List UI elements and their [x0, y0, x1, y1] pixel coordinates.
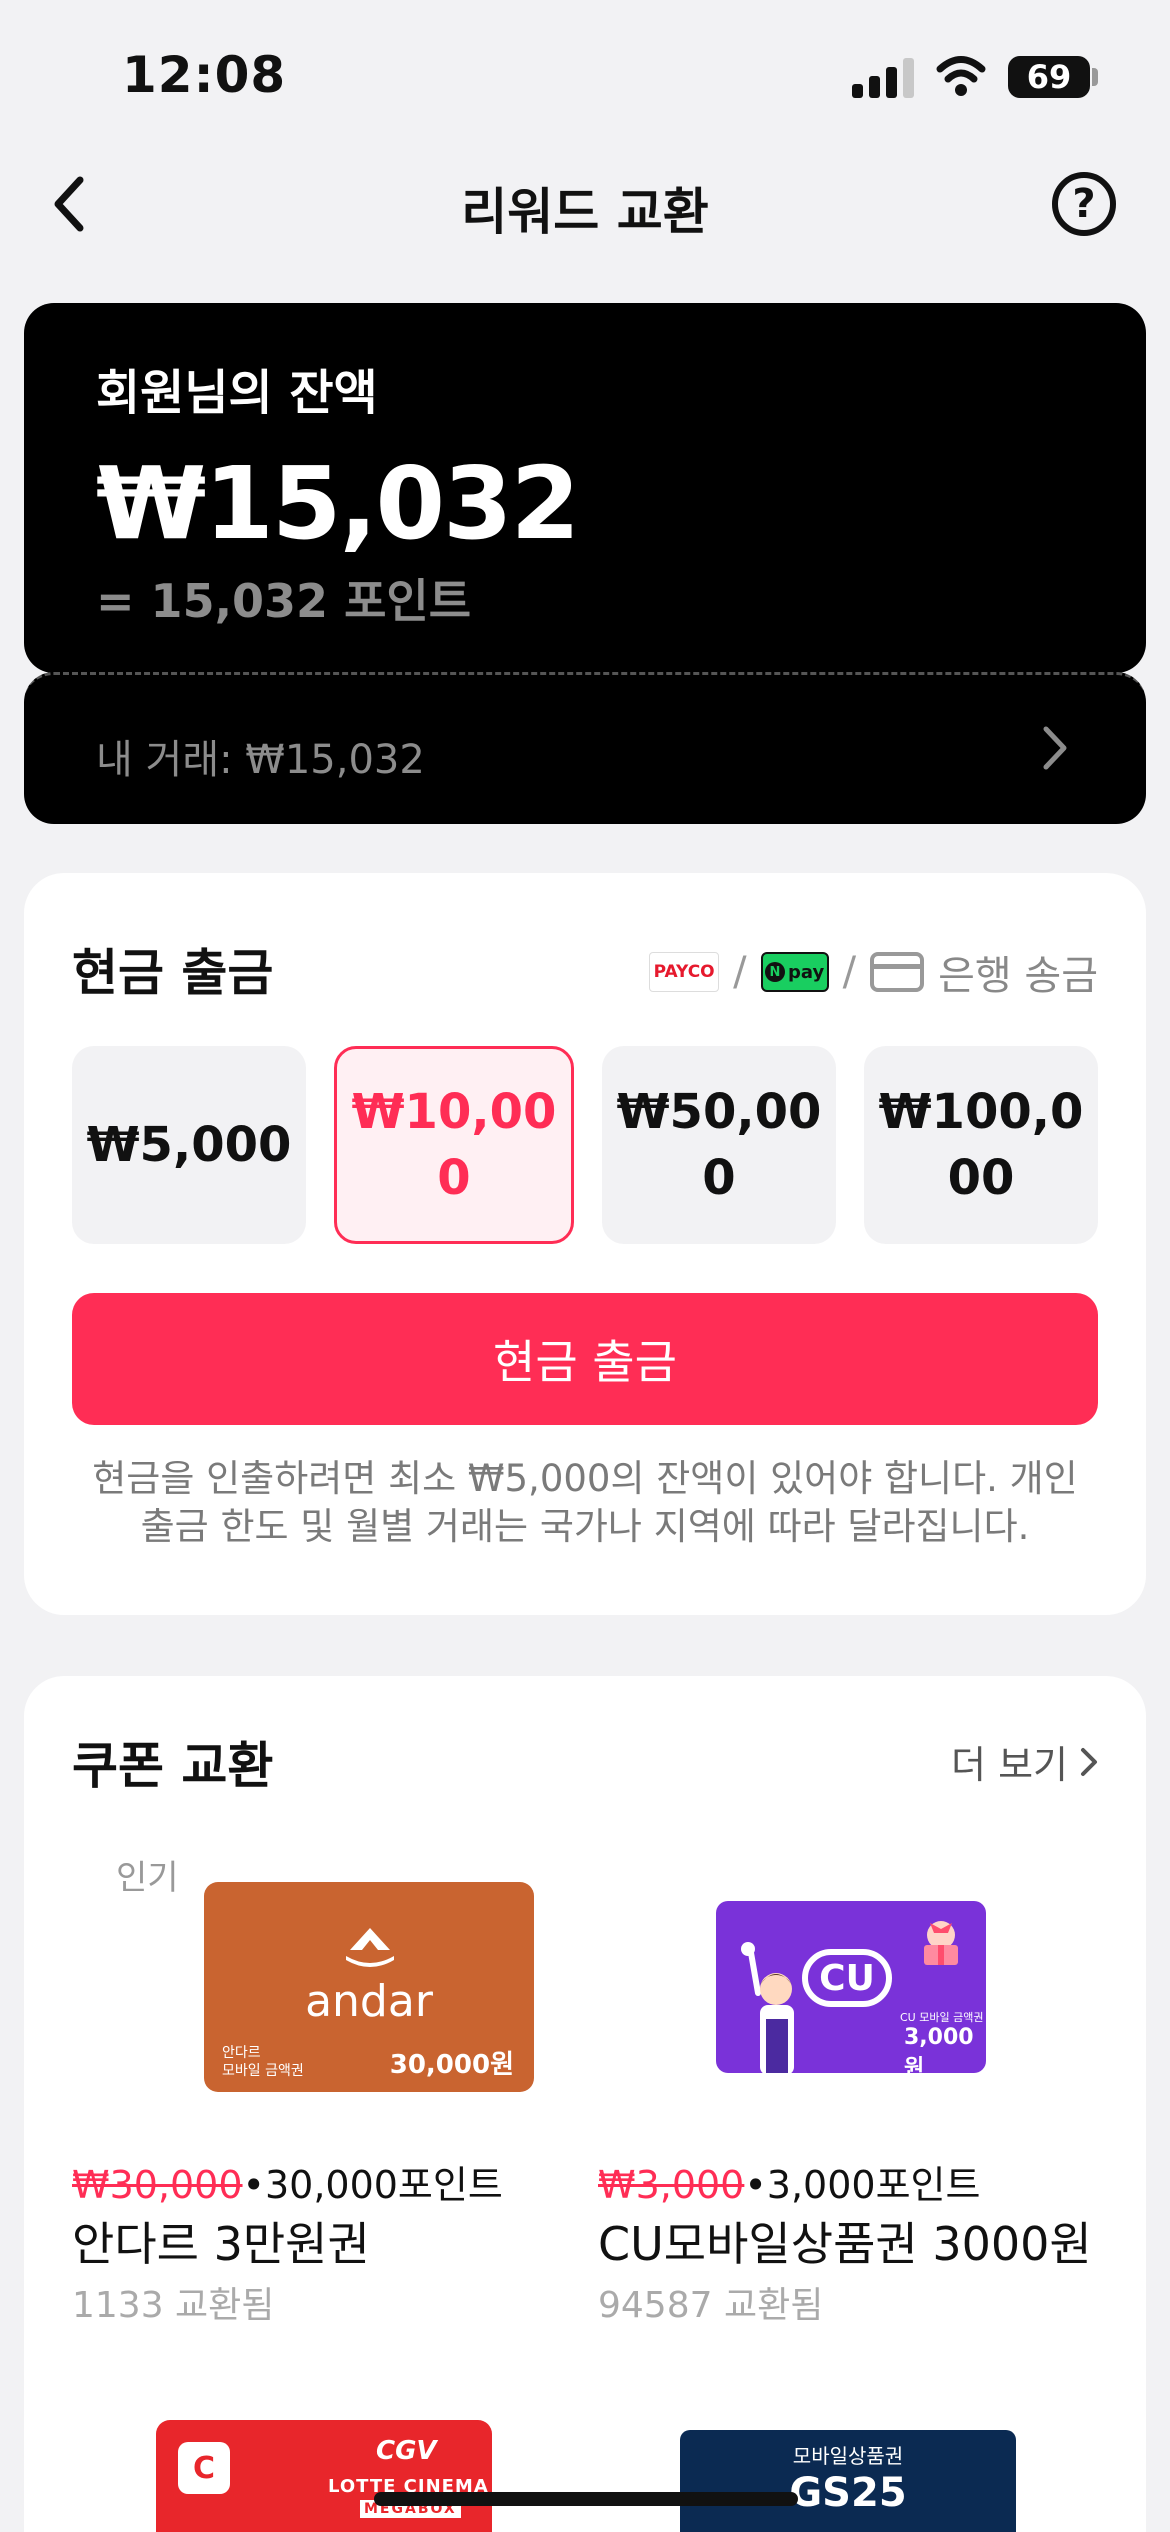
coupon-section-title: 쿠폰 교환 [72, 1737, 274, 1795]
home-indicator[interactable] [374, 2492, 798, 2506]
point-price: 30,000포인트 [264, 2163, 503, 2207]
bank-transfer-label: 은행 송금 [938, 953, 1098, 999]
culture-land-logo: C [178, 2442, 230, 2494]
coupon-thumbnail: CU CU 모바일 금액권 3,000원 [598, 1846, 1118, 2106]
coupon-item-cu[interactable]: CU CU 모바일 금액권 3,000원 ₩3,000•3,000포인트 CU모… [598, 1846, 1118, 2346]
battery-icon: 69 [1008, 56, 1090, 98]
cash-withdraw-section: 현금 출금 PAYCO / N pay / 은행 송금 ₩5,000 ₩10,0… [24, 873, 1146, 1615]
coupon-name: 안다르 3만원권 [72, 2217, 370, 2271]
amount-options: ₩5,000 ₩10,000 ₩50,000 ₩100,000 [72, 1046, 1098, 1244]
naver-pay-logo: N pay [760, 952, 829, 992]
chevron-right-icon [1081, 1747, 1097, 1776]
andar-gift-card: andar 안다르 모바일 금액권 30,000원 [204, 1882, 534, 2092]
chevron-right-icon [1043, 726, 1067, 770]
help-button[interactable]: ? [1052, 172, 1116, 236]
wifi-icon [936, 56, 986, 96]
price-dot: • [242, 2163, 265, 2207]
amount-option[interactable]: ₩50,000 [602, 1046, 836, 1244]
cgv-logo: CGV [376, 2436, 437, 2466]
status-bar: 12:08 69 [0, 0, 1170, 150]
transactions-label: 내 거래: ₩15,032 [96, 737, 425, 783]
card-price: 30,000원 [389, 2050, 514, 2080]
amount-option[interactable]: ₩100,000 [864, 1046, 1098, 1244]
coupon-item-gs25[interactable]: 모바일상품권 GS25 [680, 2430, 1016, 2532]
balance-amount: ₩15,032 [96, 445, 580, 562]
gift-box-icon [924, 1921, 958, 1965]
battery-level: 69 [1026, 58, 1072, 96]
status-time: 12:08 [122, 46, 287, 104]
bank-card-icon [870, 952, 925, 992]
andar-logo-icon [346, 1928, 394, 1967]
nav-bar: 리워드 교환 ? [0, 150, 1170, 265]
withdraw-note: 현금을 인출하려면 최소 ₩5,000의 잔액이 있어야 합니다. 개인 출금 … [92, 1457, 1078, 1548]
cellular-signal-icon [852, 58, 914, 98]
coupon-name: CU모바일상품권 3000원 [598, 2217, 1092, 2271]
original-price: ₩30,000 [72, 2163, 243, 2207]
original-price: ₩3,000 [598, 2163, 745, 2207]
coupon-item-andar[interactable]: 인기 andar 안다르 모바일 금액권 30,000원 ₩30,000•30,… [72, 1846, 592, 2346]
point-price: 3,000포인트 [766, 2163, 981, 2207]
andar-wordmark: andar [305, 1976, 433, 2027]
cu-logo: CU [802, 1949, 892, 2007]
question-icon: ? [1072, 181, 1096, 227]
amount-option[interactable]: ₩10,000 [334, 1046, 574, 1244]
naver-n-icon: N [764, 962, 785, 982]
page-title: 리워드 교환 [461, 183, 709, 241]
card-subtitle: 안다르 모바일 금액권 [222, 2045, 304, 2079]
card-subtitle: CU 모바일 금액권 [900, 2011, 984, 2024]
card-price: 3,000원 [904, 2025, 974, 2073]
npay-label: pay [787, 961, 825, 983]
method-separator: / [842, 949, 857, 995]
price-line: ₩30,000•30,000포인트 [72, 2154, 503, 2209]
payout-methods: PAYCO / N pay / 은행 송금 [649, 943, 1098, 1001]
coupon-section: 쿠폰 교환 더 보기 인기 andar 안다르 모바일 금액권 30,000원 … [24, 1676, 1146, 2532]
exchange-count: 94587 교환됨 [598, 2285, 824, 2326]
my-transactions-row[interactable]: 내 거래: ₩15,032 [24, 672, 1146, 824]
balance-label: 회원님의 잔액 [96, 365, 378, 421]
popular-badge: 인기 [108, 1846, 187, 1905]
cu-gift-card: CU CU 모바일 금액권 3,000원 [716, 1901, 986, 2073]
price-line: ₩3,000•3,000포인트 [598, 2154, 980, 2209]
character-illustration [741, 1942, 794, 2073]
withdraw-button[interactable]: 현금 출금 [72, 1293, 1098, 1425]
battery-tip [1092, 68, 1098, 86]
balance-card: 회원님의 잔액 ₩15,032 = 15,032 포인트 [24, 303, 1146, 673]
see-more-label: 더 보기 [951, 1743, 1068, 1787]
payco-logo: PAYCO [649, 952, 720, 992]
card-subtitle: 모바일상품권 [792, 2444, 904, 2468]
method-separator: / [733, 949, 747, 995]
price-dot: • [744, 2163, 767, 2207]
balance-points: = 15,032 포인트 [96, 574, 472, 628]
cash-section-title: 현금 출금 [72, 944, 274, 1002]
amount-option[interactable]: ₩5,000 [72, 1046, 306, 1244]
coupon-item-cinema[interactable]: C CGV LOTTE CINEMA MEGABOX [156, 2420, 492, 2532]
see-more-link[interactable]: 더 보기 [951, 1734, 1098, 1789]
coupon-thumbnail: 인기 andar 안다르 모바일 금액권 30,000원 [72, 1846, 592, 2106]
exchange-count: 1133 교환됨 [72, 2285, 275, 2326]
